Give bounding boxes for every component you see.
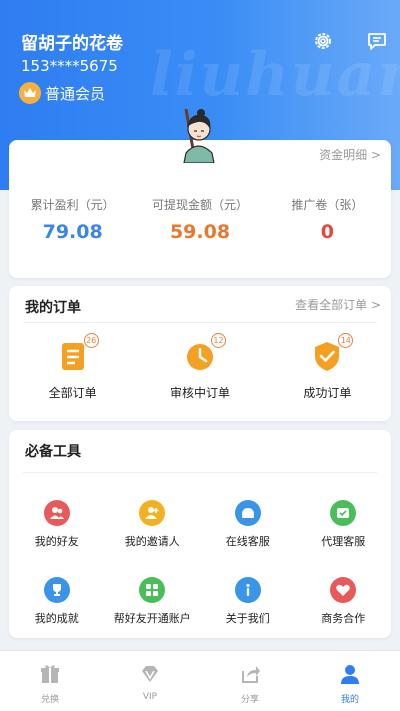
order-label: 全部订单	[48, 386, 97, 400]
share-icon	[239, 663, 261, 689]
tool-label: 我的邀请人	[124, 535, 180, 548]
stat-value: 59.08	[169, 221, 231, 243]
chat-icon	[234, 500, 261, 526]
bottom-tab-bar: 兑换 VIP 分享 我的	[0, 650, 400, 711]
tab-share[interactable]: 分享	[200, 651, 300, 711]
open-account-icon	[139, 577, 166, 603]
user-icon	[339, 663, 361, 689]
gift-icon	[39, 663, 61, 689]
tool-business-cooperation[interactable]: 商务合作	[296, 577, 392, 626]
divider	[23, 472, 377, 473]
tool-label: 关于我们	[225, 612, 270, 625]
diamond-icon	[139, 663, 161, 689]
stat-value: 79.08	[42, 221, 103, 243]
order-label: 审核中订单	[169, 386, 230, 400]
friends-icon	[43, 500, 70, 526]
tool-my-friends[interactable]: 我的好友	[9, 500, 105, 549]
fund-details-link[interactable]: 资金明细 >	[319, 146, 381, 163]
order-success[interactable]: 14 成功订单	[264, 333, 391, 401]
order-count-badge: 12	[210, 333, 226, 348]
handshake-icon	[330, 577, 357, 603]
message-icon[interactable]	[366, 30, 388, 52]
settings-gear-icon[interactable]	[312, 30, 334, 52]
tool-open-account-for-friend[interactable]: 帮好友开通账户	[105, 577, 201, 626]
order-count-badge: 14	[338, 333, 354, 348]
tool-label: 帮好友开通账户	[113, 612, 191, 625]
crown-icon	[19, 82, 41, 104]
tool-label: 我的成就	[34, 612, 79, 625]
view-all-orders-link[interactable]: 查看全部订单 >	[295, 296, 381, 313]
order-count-badge: 26	[83, 333, 99, 348]
tools-card: 必备工具 我的好友 我的邀请人 在线客服 代理客服 我的成就 帮好友开通账户 关…	[9, 430, 391, 638]
inviter-icon	[139, 500, 166, 526]
tool-label: 商务合作	[321, 612, 366, 625]
tool-label: 代理客服	[321, 535, 366, 548]
order-all[interactable]: 26 全部订单	[9, 333, 136, 401]
orders-title: 我的订单	[25, 300, 81, 316]
tool-my-inviter[interactable]: 我的邀请人	[105, 500, 201, 549]
avatar[interactable]	[172, 105, 224, 164]
tool-label: 在线客服	[225, 535, 270, 548]
stat-withdrawable[interactable]: 可提现金额（元） 59.08	[136, 196, 263, 243]
tools-title: 必备工具	[25, 444, 81, 460]
phone-number: 153****5675	[21, 57, 118, 75]
divider	[23, 322, 377, 323]
stat-value: 0	[320, 221, 334, 243]
stat-promo-coupons[interactable]: 推广卷（张） 0	[264, 196, 391, 243]
stat-label: 可提现金额（元）	[151, 198, 248, 212]
list-icon: 26	[55, 333, 99, 374]
order-reviewing[interactable]: 12 审核中订单	[136, 333, 263, 401]
tool-agent-service[interactable]: 代理客服	[296, 500, 392, 549]
tool-about-us[interactable]: 关于我们	[200, 577, 296, 626]
tab-label: 兑换	[40, 695, 59, 705]
clock-icon: 12	[182, 333, 226, 374]
tool-label: 我的好友	[34, 535, 79, 548]
agent-icon	[330, 500, 357, 526]
stat-total-profit[interactable]: 累计盈利（元） 79.08	[9, 196, 136, 243]
trophy-icon	[43, 577, 70, 603]
member-level-label: 普通会员	[45, 84, 106, 103]
shield-check-icon: 14	[309, 333, 354, 374]
tab-label: 我的	[340, 695, 359, 705]
tool-my-achievements[interactable]: 我的成就	[9, 577, 105, 626]
tab-label: VIP	[142, 692, 158, 702]
info-icon	[234, 577, 261, 603]
orders-card: 我的订单 查看全部订单 > 26 全部订单 12 审核中订单 14 成功订单	[9, 286, 391, 421]
stat-label: 推广卷（张）	[291, 198, 364, 212]
stat-label: 累计盈利（元）	[30, 198, 115, 212]
member-level-badge[interactable]: 普通会员	[19, 82, 105, 104]
tool-online-service[interactable]: 在线客服	[200, 500, 296, 549]
tab-label: 分享	[240, 695, 259, 705]
header-watermark: liuhuan	[150, 40, 400, 110]
username: 留胡子的花卷	[21, 34, 123, 54]
tab-mine[interactable]: 我的	[300, 651, 400, 711]
tab-vip[interactable]: VIP	[100, 651, 200, 711]
tab-exchange[interactable]: 兑换	[0, 651, 100, 711]
order-label: 成功订单	[303, 386, 352, 400]
